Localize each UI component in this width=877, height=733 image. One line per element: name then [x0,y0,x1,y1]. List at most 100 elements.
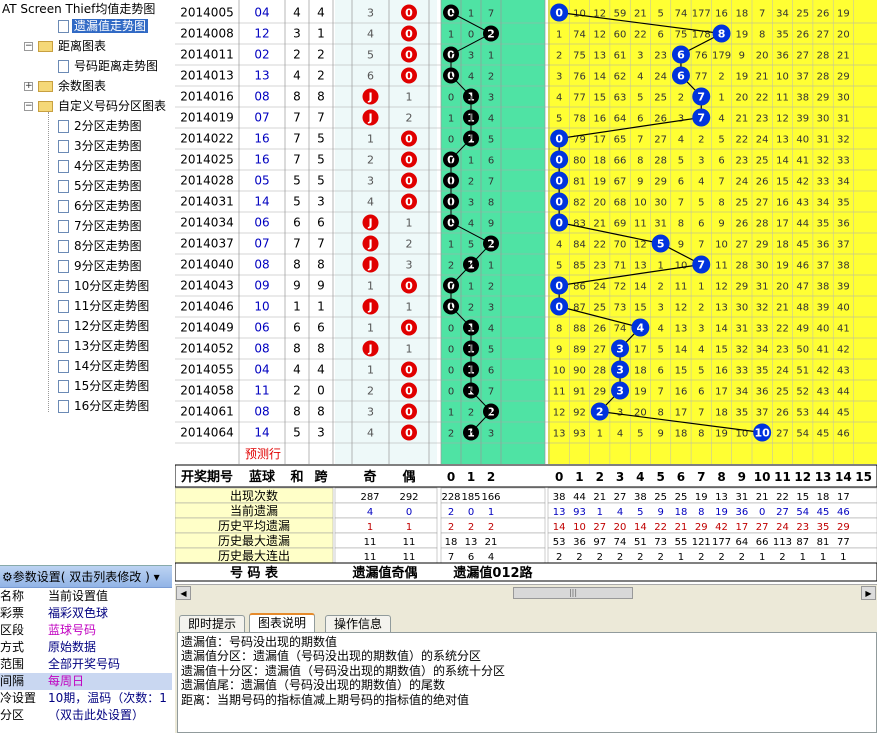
miss-value: 90 [573,366,586,377]
parameter-key: 冷设置 [0,691,37,705]
tree-item-2[interactable]: 距离图表 [38,37,108,55]
miss-value: 17 [593,135,606,146]
parameter-value: 福彩双色球 [48,606,109,620]
mod3-cell: 1 [448,408,454,419]
miss-value: 51 [796,366,809,377]
parameter-row[interactable]: 名称 当前设置值 [0,588,172,605]
tree-item-1[interactable]: 遗漏值走势图 [58,17,149,35]
tree-item-20[interactable]: 16分区走势图 [58,397,151,415]
scroll-left-icon[interactable]: ◀ [176,586,191,600]
ball-circle-label: 7 [697,112,705,125]
mod3-cell: 7 [488,9,494,20]
tree-item-19[interactable]: 15分区走势图 [58,377,151,395]
miss-value: 3 [698,324,704,335]
stat-d-value: 54 [796,507,809,518]
stat-d-value: 66 [756,537,769,548]
stat-oe-value: 11 [403,552,416,563]
tree-item-5[interactable]: 自定义号码分区图表 [38,97,168,115]
miss-value: 34 [735,387,748,398]
tree-item-10[interactable]: 6分区走势图 [58,197,144,215]
parameter-row[interactable]: 区段 蓝球号码 [0,622,172,639]
miss-value: 14 [593,72,606,83]
sum-cell: 2 [293,384,301,398]
ball-circle-label: 4 [637,322,645,335]
miss-value: 8 [657,408,663,419]
miss-value: 7 [657,387,663,398]
tree-expander-icon[interactable]: − [24,102,33,111]
trend-chart[interactable]: 2014005044430017010125921574177161873425… [175,0,877,588]
miss-value: 36 [756,387,769,398]
period-cell: 2014019 [180,111,233,125]
tree-item-4[interactable]: 余数图表 [38,77,108,95]
tree-expander-icon[interactable]: − [24,42,33,51]
parameter-row[interactable]: 冷设置 10期，温码（次数：1 [0,690,172,707]
miss-value: 23 [756,114,769,125]
tree-item-8[interactable]: 4分区走势图 [58,157,144,175]
ball-circle-label: 8 [718,28,726,41]
parameter-value: 蓝球号码 [48,623,97,637]
mod3-cell: 1 [468,156,474,167]
parameter-panel-header[interactable]: ⚙参数设置( 双击列表修改 ) ▾ [0,566,172,588]
tree-item-7[interactable]: 3分区走势图 [58,137,144,155]
ball-cell: 16 [254,153,269,167]
mod3-cell: 9 [488,219,494,230]
parameter-row[interactable]: 分区 （双击此处设置） [0,707,172,724]
miss-value: 4 [718,114,724,125]
miss-value: 37 [796,72,809,83]
horizontal-scrollbar[interactable]: ◀ ||| ▶ [175,584,877,601]
period-cell: 2014037 [180,237,233,251]
scroll-thumb[interactable]: ||| [513,587,633,599]
stat-d-value: 14 [634,522,647,533]
tab-1[interactable]: 图表说明 [249,613,316,632]
miss-value: 27 [654,135,667,146]
mod3-cell: 6 [488,366,494,377]
miss-value: 15 [776,177,789,188]
miss-value: 26 [735,219,748,230]
tree-expander-icon[interactable]: + [24,82,33,91]
parameter-row[interactable]: 间隔 每周日 [0,673,172,690]
collapse-icon[interactable]: ▾ [154,570,160,584]
tree-item-0[interactable]: AT Screen Thief均值走势图 [0,0,157,18]
mod3-cell: 4 [488,324,494,335]
parameter-list[interactable]: 名称 当前设置值 彩票 福彩双色球 区段 蓝球号码 方式 原始数据 范围 全部开奖号码 间隔 每周日冷… [0,588,172,724]
tree-item-17[interactable]: 13分区走势图 [58,337,151,355]
miss-value: 11 [675,282,688,293]
miss-value: 10 [776,72,789,83]
tree-item-15[interactable]: 11分区走势图 [58,297,151,315]
tree-item-13[interactable]: 9分区走势图 [58,257,144,275]
miss-value: 10 [634,198,647,209]
tree-item-12[interactable]: 8分区走势图 [58,237,144,255]
parameter-value: 10期，温码（次数：1 [48,691,167,705]
scroll-right-icon[interactable]: ▶ [861,586,876,600]
miss-value: 13 [675,324,688,335]
span-cell: 1 [317,27,325,41]
miss-value: 23 [735,156,748,167]
tree-item-18[interactable]: 14分区走势图 [58,357,151,375]
header-num: 13 [815,470,832,484]
tree-item-16[interactable]: 12分区走势图 [58,317,151,335]
mod3-cell: 3 [468,51,474,62]
parameter-row[interactable]: 彩票 福彩双色球 [0,605,172,622]
parameter-row[interactable]: 范围 全部开奖号码 [0,656,172,673]
miss-value: 18 [675,429,688,440]
tab-0[interactable]: 即时提示 [179,615,246,633]
tree-item-14[interactable]: 10分区走势图 [58,277,151,295]
miss-value: 22 [735,135,748,146]
tree-item-3[interactable]: 号码距离走势图 [58,57,160,75]
parameter-row[interactable]: 方式 原始数据 [0,639,172,656]
even-hit-label: 0 [405,322,413,335]
miss-value: 20 [756,51,769,62]
span-cell: 7 [317,111,325,125]
miss-value: 11 [634,219,647,230]
tree-item-9[interactable]: 5分区走势图 [58,177,144,195]
tab-2[interactable]: 操作信息 [325,615,392,633]
miss-value: 24 [593,282,606,293]
span-cell: 0 [317,384,325,398]
stat-m-value: 18 [445,537,458,548]
tree-item-6[interactable]: 2分区走势图 [58,117,144,135]
mod3-cell: 1 [468,9,474,20]
miss-value: 6 [698,219,704,230]
stat-d-value: 1 [759,552,765,563]
stat-m-value: 2 [488,522,494,533]
tree-item-11[interactable]: 7分区走势图 [58,217,144,235]
